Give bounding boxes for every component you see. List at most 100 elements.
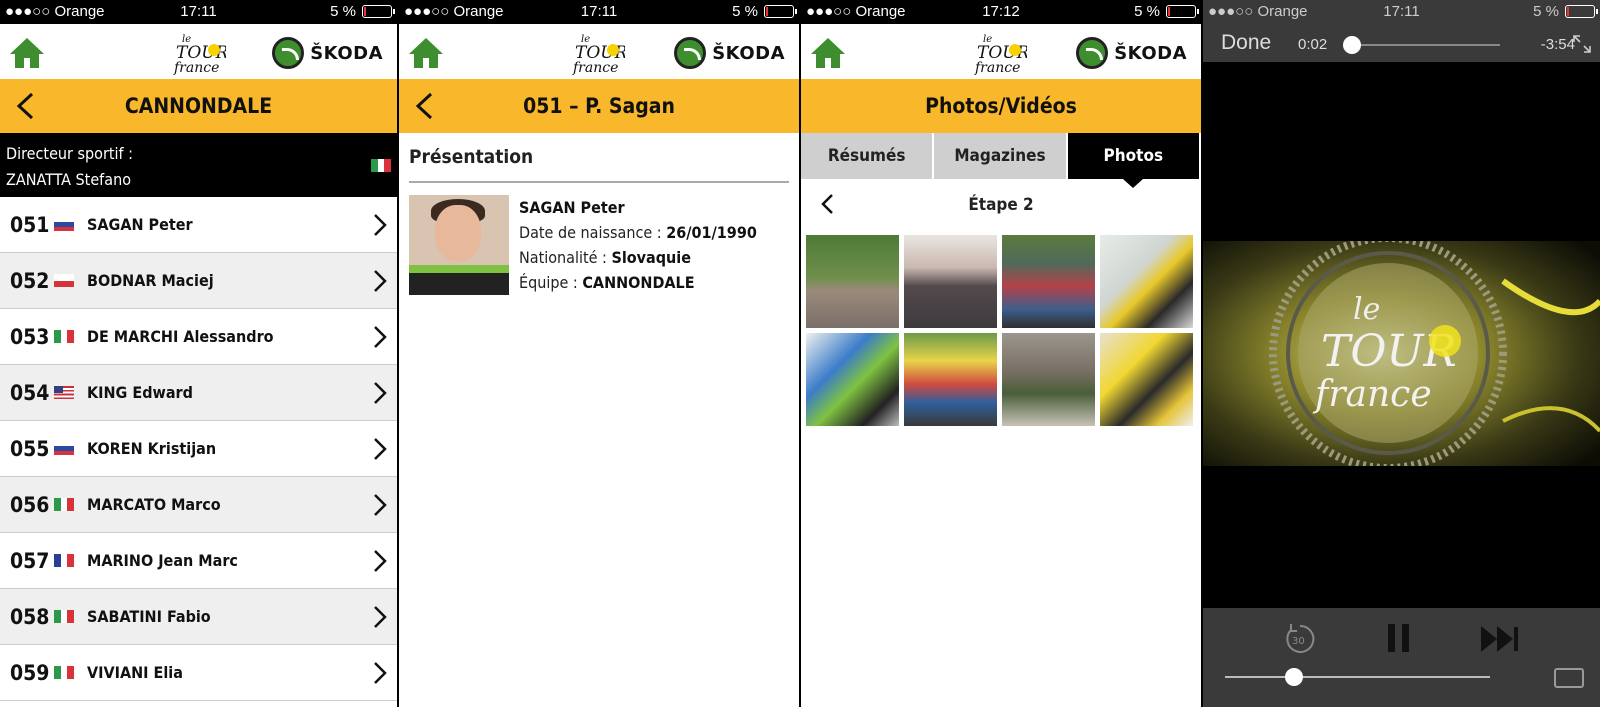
battery-icon — [1565, 5, 1598, 18]
fullscreen-toggle-icon[interactable] — [1572, 34, 1592, 54]
photo-thumbnail[interactable] — [1002, 333, 1095, 426]
director-label: Directeur sportif : — [6, 144, 134, 163]
skoda-logo: ŠKODA — [1076, 37, 1187, 69]
rider-name: MARINO Jean Marc — [87, 551, 238, 570]
skoda-logo: ŠKODA — [272, 37, 383, 69]
skoda-logo: ŠKODA — [674, 37, 785, 69]
battery-text: 5 % — [732, 3, 758, 20]
subtitles-icon[interactable] — [1554, 668, 1584, 688]
photo-thumbnail[interactable] — [1100, 235, 1193, 328]
volume-knob[interactable] — [1284, 668, 1303, 686]
player-controls: 30 — [1203, 608, 1600, 707]
rider-list: 051 SAGAN Peter 052 BODNAR Maciej 053 DE… — [0, 197, 397, 701]
rider-row[interactable]: 052 BODNAR Maciej — [0, 253, 397, 309]
chevron-right-icon — [374, 270, 387, 292]
skoda-emblem-icon — [674, 37, 707, 69]
back-chevron-icon[interactable] — [413, 92, 435, 120]
home-icon[interactable] — [407, 36, 445, 70]
director-name: ZANATTA Stefano — [6, 170, 131, 189]
rider-name: SAGAN Peter — [87, 215, 193, 234]
skoda-emblem-icon — [272, 37, 305, 69]
stage-title: Étape 2 — [968, 195, 1034, 215]
battery-text: 5 % — [1134, 3, 1160, 20]
video-frame[interactable]: le TOUR france — [1203, 241, 1600, 466]
app-header: le TOUR france ŠKODA — [399, 24, 799, 79]
rider-name: MARCATO Marco — [87, 495, 221, 514]
battery-text: 5 % — [330, 3, 356, 20]
media-screen: ●●●○○ Orange 17:12 5 % le TOUR france ŠKOD… — [801, 0, 1201, 707]
photo-thumbnail[interactable] — [806, 235, 899, 328]
status-bar: ●●●○○ Orange 17:11 5 % — [1203, 0, 1600, 24]
usa-flag-icon — [54, 386, 74, 399]
france-flag-icon — [54, 554, 74, 567]
rider-number: 055 — [10, 436, 50, 461]
birth-date: 26/01/1990 — [666, 223, 757, 242]
video-frame-art: le TOUR france — [1203, 241, 1600, 466]
photo-thumbnail[interactable] — [806, 333, 899, 426]
rider-row[interactable]: 051 SAGAN Peter — [0, 197, 397, 253]
status-bar: ●●●○○ Orange 17:11 5 % — [0, 0, 397, 24]
rider-info: SAGAN Peter Date de naissance : 26/01/19… — [519, 198, 757, 292]
status-bar: ●●●○○ Orange 17:12 5 % — [801, 0, 1201, 24]
rider-row[interactable]: 056 MARCATO Marco — [0, 477, 397, 533]
rider-row[interactable]: 053 DE MARCHI Alessandro — [0, 309, 397, 365]
scrubber-track[interactable] — [1342, 36, 1500, 54]
section-title: Présentation — [409, 133, 789, 183]
back-chevron-icon[interactable] — [819, 193, 835, 215]
photo-thumbnail[interactable] — [904, 235, 997, 328]
rider-name: SABATINI Fabio — [87, 607, 211, 626]
done-button[interactable]: Done — [1221, 31, 1271, 55]
svg-text:france: france — [1312, 374, 1432, 415]
rider-name: BODNAR Maciej — [87, 271, 214, 290]
photo-thumbnail[interactable] — [1100, 333, 1193, 426]
pause-icon[interactable] — [1385, 622, 1413, 654]
director-block: Directeur sportif : ZANATTA Stefano — [0, 133, 397, 197]
team-screen: ●●●○○ Orange 17:11 5 % le TOUR france ŠKOD… — [0, 0, 397, 707]
battery-icon — [1166, 5, 1199, 18]
rider-number: 054 — [10, 380, 50, 405]
title-bar: CANNONDALE — [0, 79, 397, 133]
rider-number: 051 — [10, 212, 50, 237]
rider-number: 052 — [10, 268, 50, 293]
rider-row[interactable]: 058 SABATINI Fabio — [0, 589, 397, 645]
rider-row[interactable]: 054 KING Edward — [0, 365, 397, 421]
photo-thumbnail[interactable] — [904, 333, 997, 426]
slovenia-flag-icon — [54, 442, 74, 455]
photo-thumbnail[interactable] — [1002, 235, 1095, 328]
home-icon[interactable] — [8, 36, 46, 70]
rider-row[interactable]: 057 MARINO Jean Marc — [0, 533, 397, 589]
tour-de-france-logo: leTOURfrance — [974, 34, 1027, 76]
svg-text:30: 30 — [1292, 636, 1305, 647]
status-bar: ●●●○○ Orange 17:11 5 % — [399, 0, 799, 24]
home-icon[interactable] — [809, 36, 847, 70]
media-tabs: Résumés Magazines Photos — [801, 133, 1201, 188]
rider-number: 056 — [10, 492, 50, 517]
chevron-right-icon — [374, 382, 387, 404]
italy-flag-icon — [54, 666, 74, 679]
rider-name: DE MARCHI Alessandro — [87, 327, 274, 346]
rider-profile: SAGAN Peter Date de naissance : 26/01/19… — [399, 183, 799, 307]
title-bar: 051 – P. Sagan — [399, 79, 799, 133]
fast-forward-icon[interactable] — [1479, 624, 1521, 654]
skip-back-30-icon[interactable]: 30 — [1283, 622, 1317, 656]
svg-text:le: le — [1353, 292, 1380, 327]
rider-row[interactable]: 059 VIVIANI Elia — [0, 645, 397, 701]
player-top-bar: ●●●○○ Orange 17:11 5 % Done 0:02 -3:54 — [1203, 0, 1600, 62]
tab-magazines[interactable]: Magazines — [934, 133, 1068, 179]
video-player-screen: ●●●○○ Orange 17:11 5 % Done 0:02 -3:54 l… — [1203, 0, 1600, 707]
tour-de-france-logo: leTOURfrance — [572, 34, 625, 76]
volume-slider[interactable] — [1225, 668, 1490, 686]
page-title: Photos/Vidéos — [925, 94, 1077, 118]
page-title: CANNONDALE — [124, 94, 273, 118]
tab-resumes[interactable]: Résumés — [801, 133, 935, 179]
scrubber-knob[interactable] — [1342, 36, 1361, 54]
battery-text: 5 % — [1533, 3, 1559, 20]
italy-flag-icon — [371, 159, 391, 172]
back-chevron-icon[interactable] — [14, 92, 36, 120]
chevron-right-icon — [374, 550, 387, 572]
rider-row[interactable]: 055 KOREN Kristijan — [0, 421, 397, 477]
tab-photos[interactable]: Photos — [1067, 133, 1201, 188]
team-name: CANNONDALE — [582, 273, 695, 292]
elapsed-time: 0:02 — [1298, 36, 1328, 53]
italy-flag-icon — [54, 498, 74, 511]
